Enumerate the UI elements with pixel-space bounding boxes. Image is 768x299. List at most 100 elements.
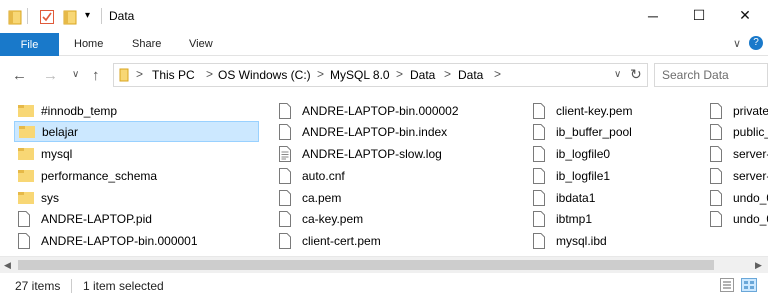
file-icon	[533, 145, 549, 162]
close-button[interactable]: ✕	[722, 0, 768, 31]
folder-icon	[18, 169, 34, 182]
folder-icon	[119, 68, 129, 85]
breadcrumb-separator[interactable]: >	[396, 67, 403, 81]
list-item-selected[interactable]: belajar	[14, 121, 259, 142]
list-item[interactable]: #innodb_temp	[14, 100, 259, 121]
file-name: mysql	[41, 146, 73, 161]
title-divider	[101, 8, 102, 24]
list-item[interactable]: ca.pem	[275, 187, 520, 208]
file-name: client-key.pem	[556, 103, 633, 118]
list-item[interactable]: client-key.pem	[529, 100, 699, 121]
selection-count: 1 item selected	[83, 279, 164, 293]
list-item[interactable]: ib_logfile0	[529, 143, 699, 164]
expand-ribbon-icon[interactable]: ∨	[733, 37, 741, 50]
text-file-icon	[279, 145, 295, 162]
list-item[interactable]: server-	[706, 143, 768, 164]
list-item[interactable]: server-	[706, 165, 768, 186]
address-bar[interactable]: > This PC > OS Windows (C:) > MySQL 8.0 …	[113, 63, 648, 87]
breadcrumb-separator[interactable]: >	[494, 67, 501, 81]
list-item[interactable]: ANDRE-LAPTOP-bin.000002	[275, 100, 520, 121]
scroll-left-icon[interactable]: ◀	[4, 260, 11, 271]
file-name: client-cert.pem	[302, 233, 381, 248]
minimize-button[interactable]: ─	[630, 0, 676, 31]
horizontal-scrollbar[interactable]: ◀ ▶	[0, 256, 768, 273]
breadcrumb-separator[interactable]: >	[136, 67, 143, 81]
file-icon	[533, 167, 549, 184]
scrollbar-thumb[interactable]	[18, 260, 714, 270]
file-icon	[710, 167, 726, 184]
breadcrumb-data-current[interactable]: Data	[458, 68, 483, 82]
list-item[interactable]: ANDRE-LAPTOP-bin.index	[275, 121, 520, 142]
maximize-button[interactable]: ☐	[676, 0, 722, 31]
list-item[interactable]: mysql.ibd	[529, 230, 699, 251]
list-item[interactable]: undo_0	[706, 208, 768, 229]
list-item[interactable]: ANDRE-LAPTOP-bin.000001	[14, 230, 259, 251]
list-item[interactable]: ibtmp1	[529, 208, 699, 229]
tab-share[interactable]: Share	[132, 38, 161, 50]
file-name: ANDRE-LAPTOP-slow.log	[302, 146, 442, 161]
folder-icon	[19, 125, 35, 138]
file-icon	[710, 123, 726, 140]
new-folder-icon[interactable]	[63, 9, 77, 25]
back-button[interactable]: ←	[12, 67, 27, 84]
breadcrumb-separator[interactable]: >	[317, 67, 324, 81]
search-input[interactable]: Search Data	[662, 68, 729, 82]
item-count: 27 items	[15, 279, 61, 293]
properties-icon[interactable]	[39, 9, 55, 25]
file-name: ib_buffer_pool	[556, 124, 632, 139]
search-box[interactable]: Search Data	[654, 63, 768, 87]
file-name: ca-key.pem	[302, 211, 364, 226]
breadcrumb-data[interactable]: Data	[410, 68, 435, 82]
refresh-button[interactable]: ↻	[630, 66, 642, 83]
list-item[interactable]: sys	[14, 187, 259, 208]
list-item[interactable]: undo_0	[706, 187, 768, 208]
list-item[interactable]: ca-key.pem	[275, 208, 520, 229]
breadcrumb-mysql[interactable]: MySQL 8.0	[330, 68, 390, 82]
file-list: #innodb_temp belajar mysql performance_s…	[0, 93, 768, 256]
folder-icon	[18, 147, 34, 160]
file-icon	[710, 189, 726, 206]
up-button[interactable]: ↑	[92, 67, 100, 84]
file-icon	[710, 145, 726, 162]
list-item[interactable]: ANDRE-LAPTOP-slow.log	[275, 143, 520, 164]
list-item[interactable]: ibdata1	[529, 187, 699, 208]
large-icons-view-icon[interactable]	[741, 278, 757, 295]
file-name: ca.pem	[302, 190, 342, 205]
address-dropdown-icon[interactable]: ∨	[614, 69, 621, 80]
list-item[interactable]: performance_schema	[14, 165, 259, 186]
file-name: auto.cnf	[302, 168, 345, 183]
file-icon	[279, 232, 295, 249]
file-name: mysql.ibd	[556, 233, 607, 248]
list-item[interactable]: ib_logfile1	[529, 165, 699, 186]
list-item[interactable]: public_	[706, 121, 768, 142]
folder-icon	[8, 9, 22, 25]
file-icon	[18, 232, 34, 249]
list-item[interactable]: mysql	[14, 143, 259, 164]
list-item[interactable]: client-cert.pem	[275, 230, 520, 251]
list-item[interactable]: ib_buffer_pool	[529, 121, 699, 142]
details-view-icon[interactable]	[720, 278, 734, 295]
breadcrumb-this-pc[interactable]: This PC	[152, 68, 195, 82]
help-icon[interactable]: ?	[749, 36, 763, 50]
tab-home[interactable]: Home	[74, 38, 103, 50]
file-icon	[710, 210, 726, 227]
customize-toolbar-icon[interactable]: ▾	[85, 10, 90, 26]
recent-locations-button[interactable]: ∨	[72, 69, 79, 80]
scroll-right-icon[interactable]: ▶	[755, 260, 762, 271]
file-name: #innodb_temp	[41, 103, 118, 118]
list-item[interactable]: auto.cnf	[275, 165, 520, 186]
list-item[interactable]: ANDRE-LAPTOP.pid	[14, 208, 259, 229]
tab-view[interactable]: View	[189, 38, 213, 50]
forward-button[interactable]: →	[43, 67, 58, 84]
file-name: server-	[733, 168, 768, 183]
breadcrumb-separator[interactable]: >	[444, 67, 451, 81]
tab-file[interactable]: File	[0, 33, 59, 56]
file-icon	[533, 102, 549, 119]
file-name: server-	[733, 146, 768, 161]
file-name: undo_0	[733, 211, 768, 226]
file-name: sys	[41, 190, 59, 205]
breadcrumb-separator[interactable]: >	[206, 67, 213, 81]
file-name: ANDRE-LAPTOP.pid	[41, 211, 152, 226]
breadcrumb-drive[interactable]: OS Windows (C:)	[218, 68, 311, 82]
list-item[interactable]: private	[706, 100, 768, 121]
